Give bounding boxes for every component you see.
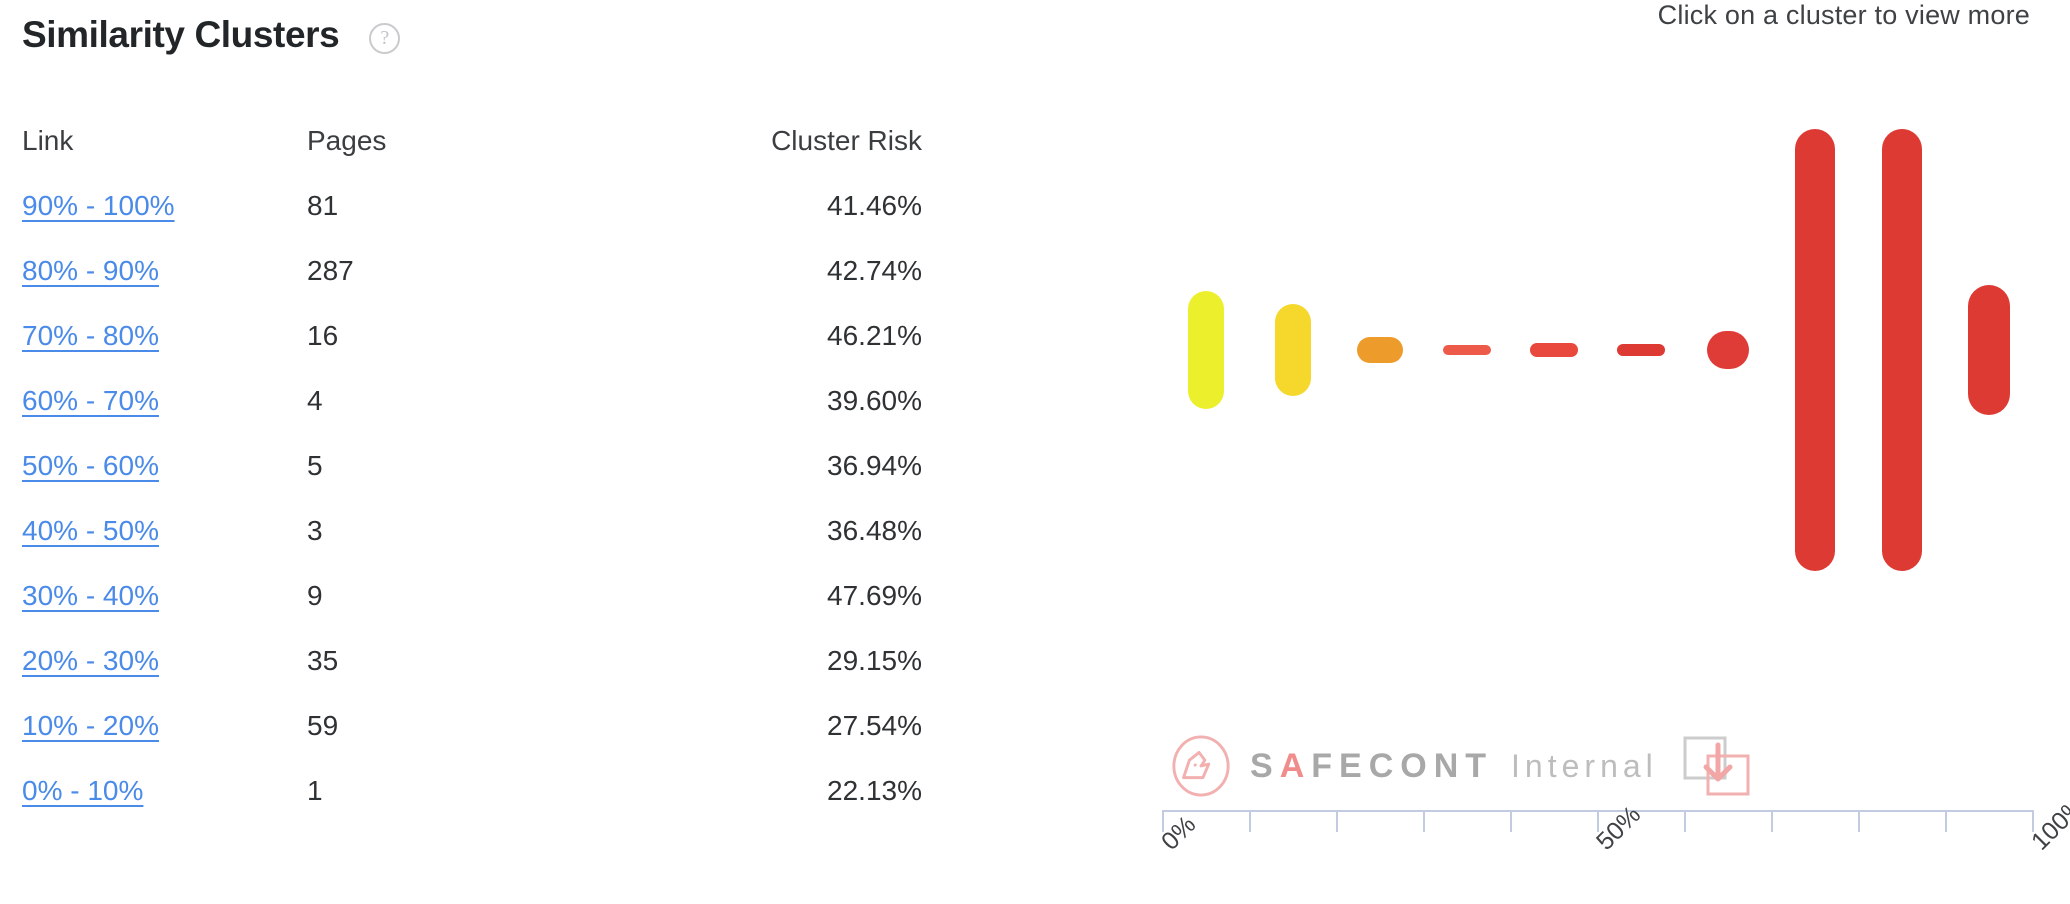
cluster-pages-count: 5 [307,450,323,481]
cluster-range-link-label[interactable]: 40% - 50% [22,515,159,546]
table-row: 80% - 90% 287 42.74% [22,255,922,320]
cluster-bubble[interactable] [1706,331,1749,369]
clusters-bubble-chart: SAFECONT Internal 0% 50% 100% [1140,0,2070,904]
chart-plot-area [1140,0,2070,810]
axis-tick [1510,810,1512,832]
axis-tick [1945,810,1947,832]
cluster-range-link[interactable]: 50% - 60% [22,450,307,482]
page-title: Similarity Clusters [22,14,340,55]
table-row: 60% - 70% 4 39.60% [22,385,922,450]
axis-tick [1771,810,1773,832]
axis-tick [1684,810,1686,832]
axis-tick [1249,810,1251,832]
cluster-risk-value: 29.15% [827,645,922,676]
cluster-range-link[interactable]: 80% - 90% [22,255,307,287]
table-header-row: Link Pages Cluster Risk [22,125,922,190]
column-header-link: Link [22,125,74,156]
cluster-pages-count: 3 [307,515,323,546]
cluster-pages-count: 287 [307,255,354,286]
table-row: 90% - 100% 81 41.46% [22,190,922,255]
cluster-range-link[interactable]: 10% - 20% [22,710,307,742]
cluster-range-link-label[interactable]: 10% - 20% [22,710,159,741]
cluster-bubble[interactable] [1356,337,1403,363]
table-row: 10% - 20% 59 27.54% [22,710,922,775]
cluster-pages-count: 59 [307,710,339,741]
cluster-pages-count: 16 [307,320,339,351]
cluster-pages-count: 81 [307,190,339,221]
cluster-bubble[interactable] [1529,343,1578,357]
cluster-range-link-label[interactable]: 70% - 80% [22,320,159,351]
cluster-bubble[interactable] [1794,129,1835,571]
cluster-range-link-label[interactable]: 90% - 100% [22,190,175,221]
column-header-cluster-risk: Cluster Risk [771,125,922,156]
cluster-range-link-label[interactable]: 80% - 90% [22,255,159,286]
cluster-risk-value: 36.94% [827,450,922,481]
table-row: 30% - 40% 9 47.69% [22,580,922,645]
column-header-pages: Pages [307,125,387,156]
cluster-risk-value: 41.46% [827,190,922,221]
cluster-range-link[interactable]: 60% - 70% [22,385,307,417]
cluster-range-link-label[interactable]: 30% - 40% [22,580,159,611]
cluster-range-link[interactable]: 90% - 100% [22,190,307,222]
cluster-range-link[interactable]: 70% - 80% [22,320,307,352]
cluster-risk-value: 47.69% [827,580,922,611]
table-row: 20% - 30% 35 29.15% [22,645,922,710]
cluster-pages-count: 9 [307,580,323,611]
cluster-range-link-label[interactable]: 60% - 70% [22,385,159,416]
cluster-pages-count: 1 [307,775,323,806]
cluster-bubble[interactable] [1274,304,1311,396]
axis-tick [1858,810,1860,832]
cluster-risk-value: 46.21% [827,320,922,351]
table-row: 40% - 50% 3 36.48% [22,515,922,580]
cluster-bubble[interactable] [1616,344,1665,356]
cluster-risk-value: 36.48% [827,515,922,546]
cluster-range-link[interactable]: 20% - 30% [22,645,307,677]
cluster-bubble[interactable] [1187,291,1224,409]
cluster-range-link-label[interactable]: 0% - 10% [22,775,143,806]
table-row: 50% - 60% 5 36.94% [22,450,922,515]
cluster-range-link-label[interactable]: 50% - 60% [22,450,159,481]
cluster-pages-count: 35 [307,645,339,676]
cluster-range-link[interactable]: 40% - 50% [22,515,307,547]
table-body: 90% - 100% 81 41.46% 80% - 90% 287 42.74% 70% … [22,190,922,840]
clusters-table: Link Pages Cluster Risk 90% - 100% 81 41.4… [22,125,922,840]
panel-header: Similarity Clusters ? [22,14,401,56]
cluster-range-link[interactable]: 30% - 40% [22,580,307,612]
table-row: 0% - 10% 1 22.13% [22,775,922,840]
cluster-risk-value: 27.54% [827,710,922,741]
cluster-bubble[interactable] [1442,345,1491,355]
cluster-range-link[interactable]: 0% - 10% [22,775,307,807]
question-mark-circle-icon[interactable]: ? [369,22,401,54]
cluster-risk-value: 39.60% [827,385,922,416]
cluster-pages-count: 4 [307,385,323,416]
cluster-bubble[interactable] [1967,285,2010,415]
cluster-risk-value: 42.74% [827,255,922,286]
table-row: 70% - 80% 16 46.21% [22,320,922,385]
similarity-clusters-panel: Click on a cluster to view more Similari… [0,0,2070,904]
cluster-risk-value: 22.13% [827,775,922,806]
cluster-bubble[interactable] [1881,129,1922,571]
axis-tick [1423,810,1425,832]
cluster-range-link-label[interactable]: 20% - 30% [22,645,159,676]
axis-tick [1336,810,1338,832]
